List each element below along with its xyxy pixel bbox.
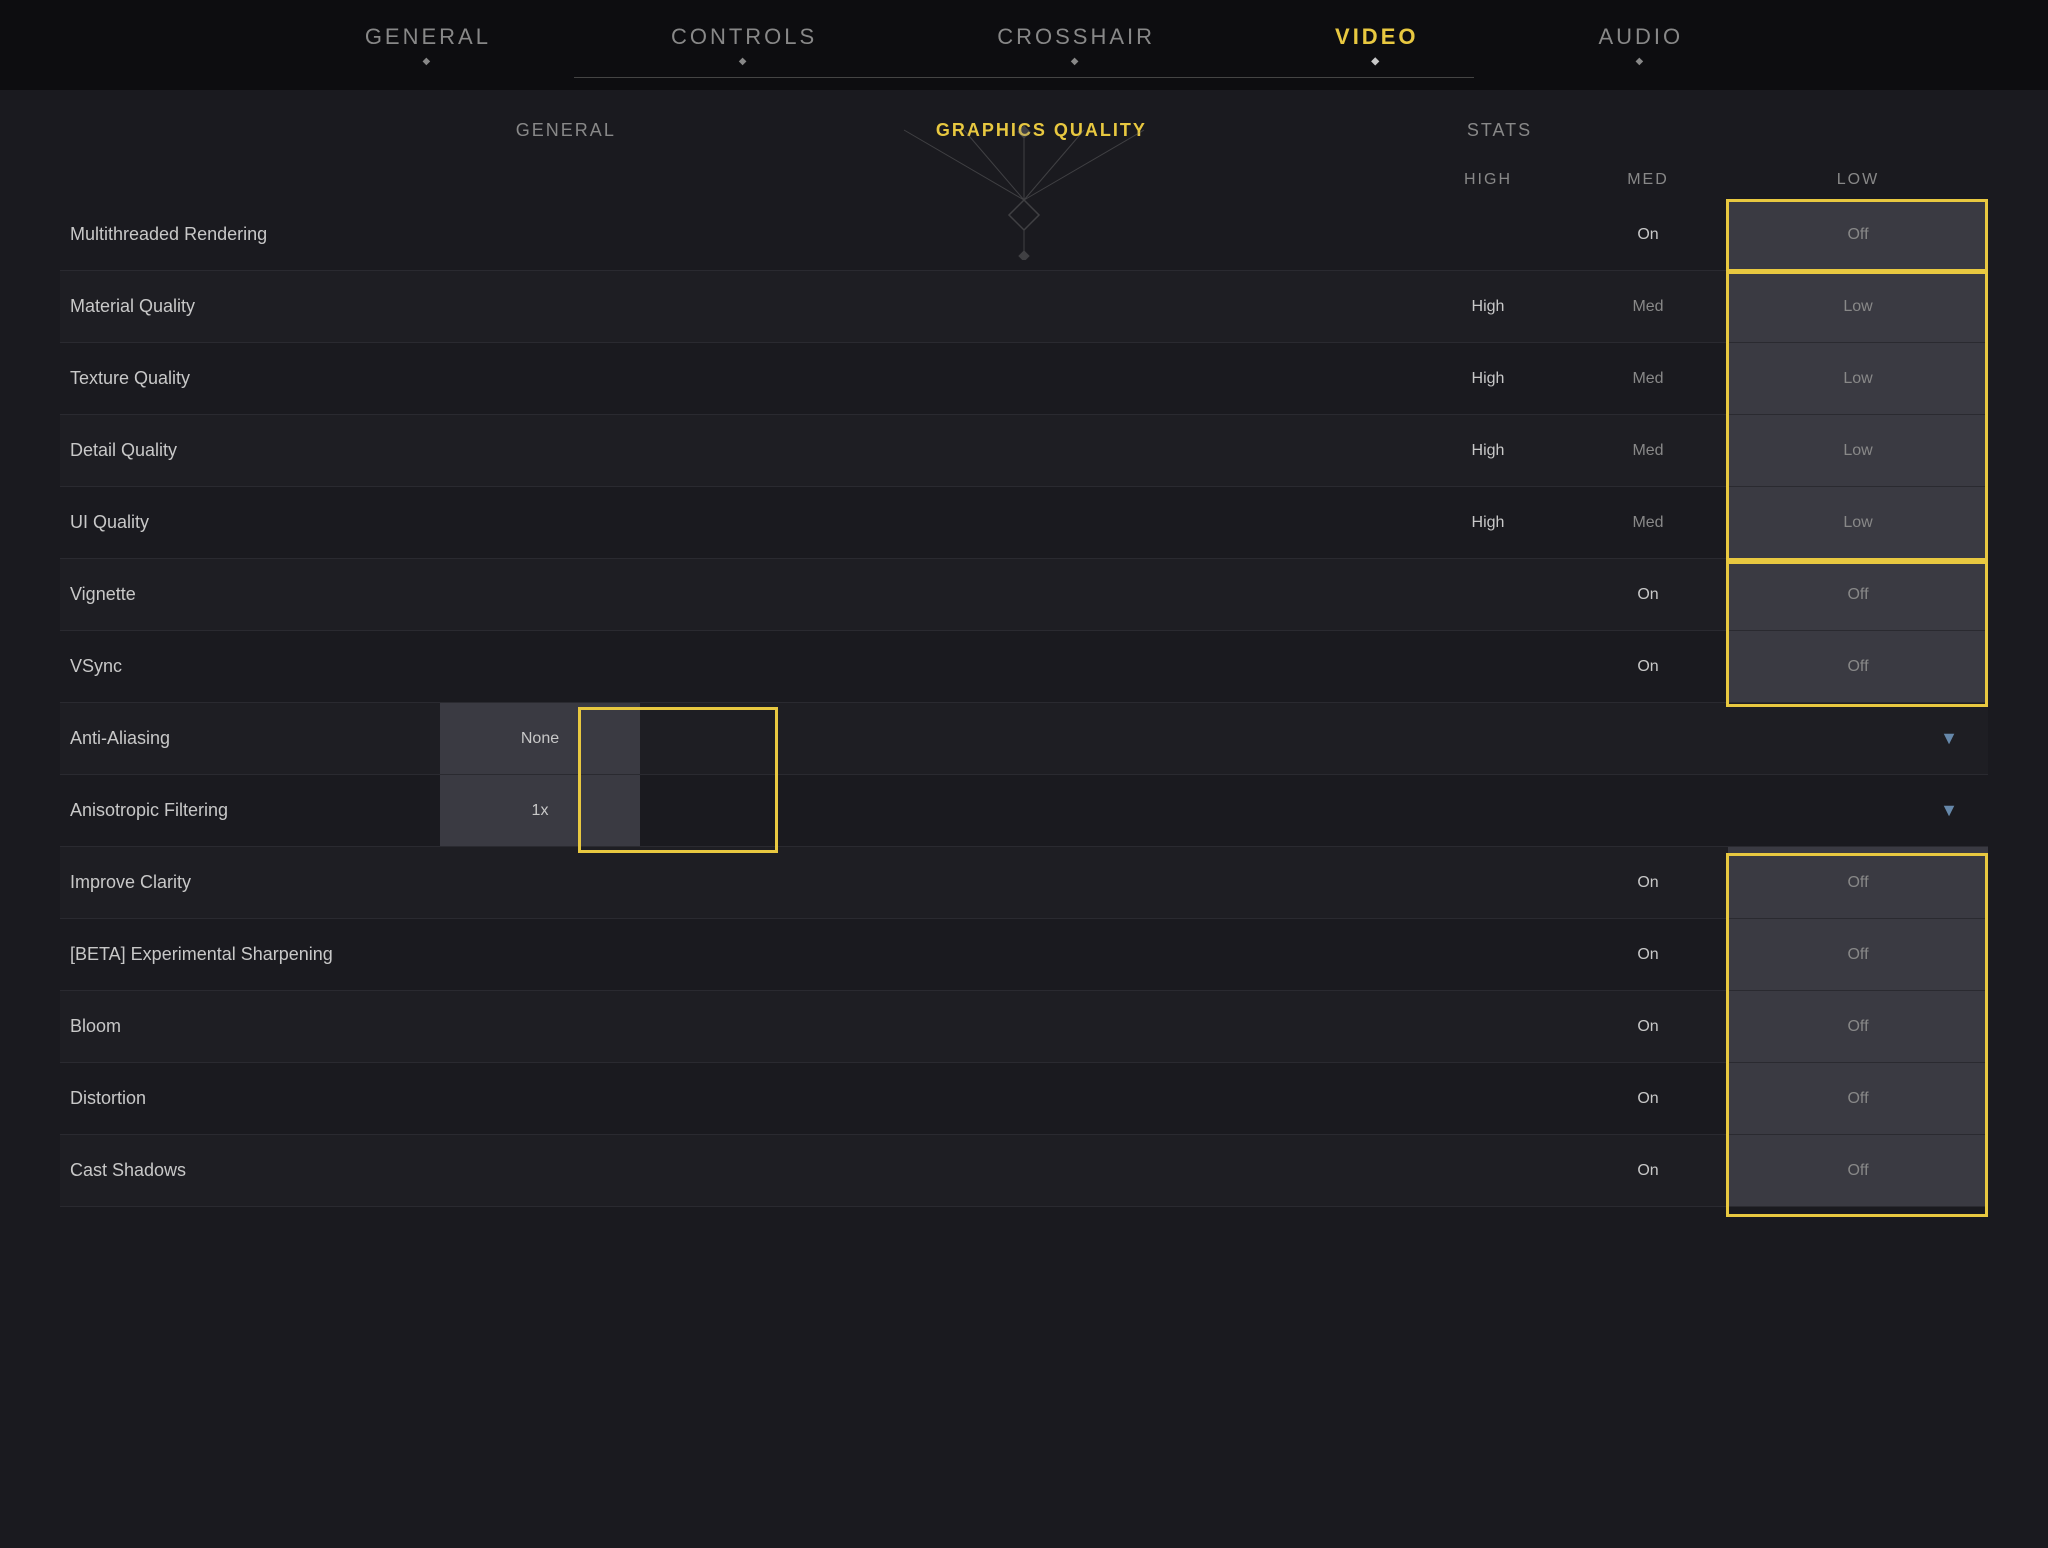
row-cast-shadows: Cast Shadows On Off bbox=[60, 1135, 1988, 1207]
val-distortion-off[interactable]: Off bbox=[1728, 1063, 1988, 1134]
label-anisotropic: Anisotropic Filtering bbox=[60, 800, 440, 821]
anti-aliasing-dropdown-arrow[interactable]: ▼ bbox=[1728, 728, 1988, 749]
val-shadows-on[interactable]: On bbox=[1568, 1162, 1728, 1180]
label-cast-shadows: Cast Shadows bbox=[60, 1160, 440, 1181]
val-ui-high[interactable]: High bbox=[1408, 514, 1568, 532]
val-vsync-on[interactable]: On bbox=[1568, 658, 1728, 676]
row-ui-quality: UI Quality High Med Low bbox=[60, 487, 1988, 559]
val-sharpening-off[interactable]: Off bbox=[1728, 919, 1988, 990]
row-improve-clarity: Improve Clarity On Off bbox=[60, 847, 1988, 919]
val-ui-med[interactable]: Med bbox=[1568, 514, 1728, 532]
row-multithreaded: Multithreaded Rendering On Off bbox=[60, 199, 1988, 271]
val-clarity-on[interactable]: On bbox=[1568, 874, 1728, 892]
val-bloom-on[interactable]: On bbox=[1568, 1018, 1728, 1036]
label-material: Material Quality bbox=[60, 296, 440, 317]
nav-audio[interactable]: AUDIO bbox=[1598, 24, 1683, 67]
label-texture: Texture Quality bbox=[60, 368, 440, 389]
subnav-stats[interactable]: STATS bbox=[1467, 120, 1532, 141]
label-vsync: VSync bbox=[60, 656, 440, 677]
row-experimental-sharpening: [BETA] Experimental Sharpening On Off bbox=[60, 919, 1988, 991]
val-texture-med[interactable]: Med bbox=[1568, 370, 1728, 388]
label-anti-aliasing: Anti-Aliasing bbox=[60, 728, 440, 749]
nav-general[interactable]: GENERAL bbox=[365, 24, 491, 67]
label-vignette: Vignette bbox=[60, 584, 440, 605]
val-vignette-off[interactable]: Off bbox=[1728, 559, 1988, 630]
val-material-med[interactable]: Med bbox=[1568, 298, 1728, 316]
val-vignette-on[interactable]: On bbox=[1568, 586, 1728, 604]
val-shadows-off[interactable]: Off bbox=[1728, 1135, 1988, 1206]
val-anti-aliasing[interactable]: None bbox=[440, 703, 640, 774]
row-distortion: Distortion On Off bbox=[60, 1063, 1988, 1135]
val-texture-high[interactable]: High bbox=[1408, 370, 1568, 388]
val-material-low[interactable]: Low bbox=[1728, 271, 1988, 342]
subnav-general[interactable]: GENERAL bbox=[516, 120, 616, 141]
row-vignette: Vignette On Off bbox=[60, 559, 1988, 631]
row-vsync: VSync On Off bbox=[60, 631, 1988, 703]
label-bloom: Bloom bbox=[60, 1016, 440, 1037]
top-nav: GENERAL CONTROLS CROSSHAIR VIDEO AUDIO bbox=[0, 0, 2048, 90]
label-multithreaded: Multithreaded Rendering bbox=[60, 224, 440, 245]
val-multithreaded-off[interactable]: Off bbox=[1728, 199, 1988, 270]
val-detail-med[interactable]: Med bbox=[1568, 442, 1728, 460]
val-detail-high[interactable]: High bbox=[1408, 442, 1568, 460]
nav-crosshair[interactable]: CROSSHAIR bbox=[997, 24, 1155, 67]
val-detail-low[interactable]: Low bbox=[1728, 415, 1988, 486]
val-sharpening-on[interactable]: On bbox=[1568, 946, 1728, 964]
row-bloom: Bloom On Off bbox=[60, 991, 1988, 1063]
label-improve-clarity: Improve Clarity bbox=[60, 872, 440, 893]
val-bloom-off[interactable]: Off bbox=[1728, 991, 1988, 1062]
val-texture-low[interactable]: Low bbox=[1728, 343, 1988, 414]
val-clarity-off[interactable]: Off bbox=[1728, 847, 1988, 918]
header-label bbox=[60, 171, 440, 189]
settings-container: Multithreaded Rendering On Off Material … bbox=[0, 199, 2048, 1207]
row-texture-quality: Texture Quality High Med Low bbox=[60, 343, 1988, 415]
label-detail: Detail Quality bbox=[60, 440, 440, 461]
row-anti-aliasing: Anti-Aliasing None ▼ bbox=[60, 703, 1988, 775]
label-sharpening: [BETA] Experimental Sharpening bbox=[60, 944, 440, 965]
val-material-high[interactable]: High bbox=[1408, 298, 1568, 316]
label-distortion: Distortion bbox=[60, 1088, 440, 1109]
label-ui-quality: UI Quality bbox=[60, 512, 440, 533]
val-distortion-on[interactable]: On bbox=[1568, 1090, 1728, 1108]
val-multithreaded-on[interactable]: On bbox=[1568, 226, 1728, 244]
header-med: Med bbox=[1568, 171, 1728, 189]
val-ui-low[interactable]: Low bbox=[1728, 487, 1988, 558]
header-high: High bbox=[1408, 171, 1568, 189]
row-material-quality: Material Quality High Med Low bbox=[60, 271, 1988, 343]
nav-controls[interactable]: CONTROLS bbox=[671, 24, 817, 67]
row-detail-quality: Detail Quality High Med Low bbox=[60, 415, 1988, 487]
val-anisotropic[interactable]: 1x bbox=[440, 775, 640, 846]
row-anisotropic: Anisotropic Filtering 1x ▼ bbox=[60, 775, 1988, 847]
val-vsync-off[interactable]: Off bbox=[1728, 631, 1988, 702]
nav-video[interactable]: VIDEO bbox=[1335, 24, 1418, 67]
header-low: Low bbox=[1728, 171, 1988, 189]
anisotropic-dropdown-arrow[interactable]: ▼ bbox=[1728, 800, 1988, 821]
